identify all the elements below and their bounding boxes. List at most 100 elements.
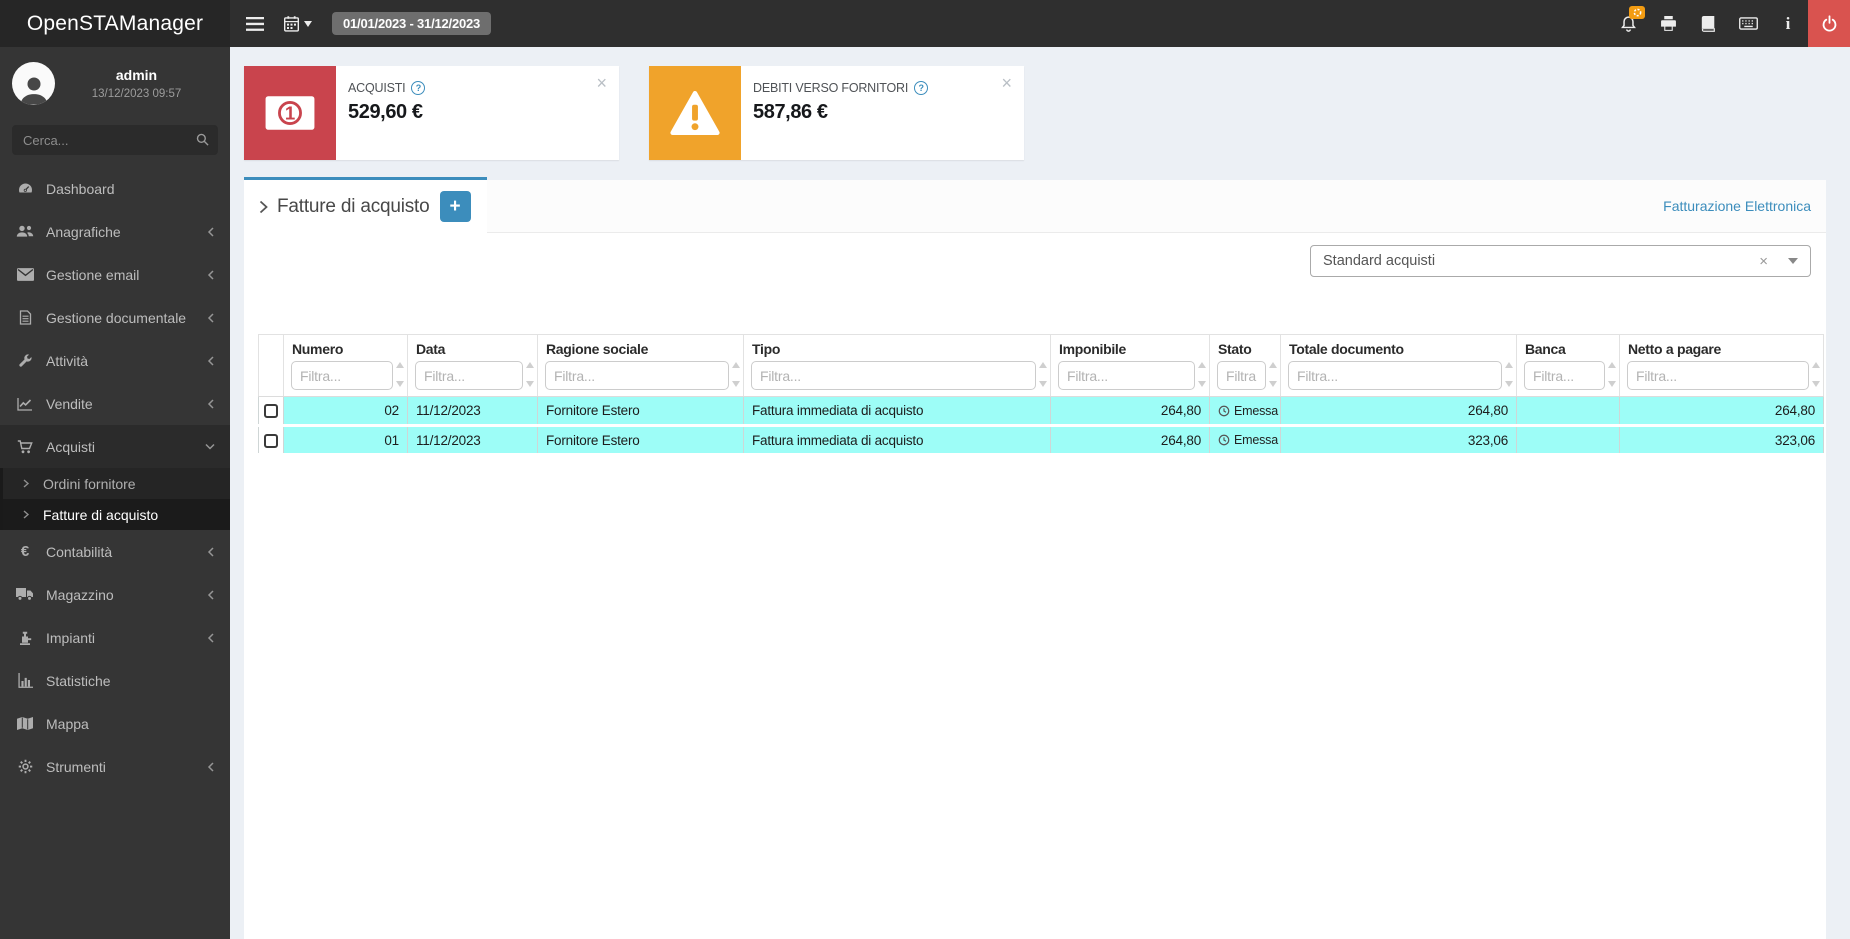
sidebar-item-vendite[interactable]: Vendite	[0, 382, 230, 425]
help-icon[interactable]: ?	[411, 81, 426, 95]
shortcuts-button[interactable]	[1728, 0, 1768, 47]
filter-input-netto-a-pagare[interactable]	[1627, 361, 1809, 390]
sidebar-item-label: Attività	[46, 352, 89, 369]
calendar-dropdown-button[interactable]	[284, 15, 312, 32]
caret-down-icon	[1788, 258, 1798, 264]
sidebar-item-anagrafiche[interactable]: Anagrafiche	[0, 210, 230, 253]
sidebar-item-label: Impianti	[46, 629, 96, 646]
column-header-banca[interactable]: Banca	[1516, 334, 1620, 397]
column-header-ragione-sociale[interactable]: Ragione sociale	[537, 334, 744, 397]
row-checkbox[interactable]	[264, 433, 278, 448]
sort-arrows-icon	[1608, 362, 1616, 387]
cell-numero: 01	[283, 425, 408, 456]
fatturazione-elettronica-link[interactable]: Fatturazione Elettronica	[1663, 198, 1811, 214]
notifications-button[interactable]	[1608, 0, 1648, 47]
filter-input-imponibile[interactable]	[1058, 361, 1195, 390]
document-icon	[15, 310, 35, 325]
sort-arrows-icon	[1198, 362, 1206, 387]
table-row[interactable]: 01 11/12/2023 Fornitore Estero Fattura i…	[258, 425, 1824, 456]
table-row[interactable]: 02 11/12/2023 Fornitore Estero Fattura i…	[258, 396, 1824, 427]
info-button[interactable]: i	[1768, 0, 1808, 47]
column-header-totale-documento[interactable]: Totale documento	[1280, 334, 1517, 397]
sidebar-item-strumenti[interactable]: Strumenti	[0, 745, 230, 788]
sidebar-item-gestione-documentale[interactable]: Gestione documentale	[0, 296, 230, 339]
sidebar-item-contabilita[interactable]: € Contabilità	[0, 530, 230, 573]
wrench-icon	[15, 353, 35, 368]
column-header-tipo[interactable]: Tipo	[743, 334, 1051, 397]
filter-input-totale-documento[interactable]	[1288, 361, 1502, 390]
column-header-data[interactable]: Data	[407, 334, 538, 397]
chevron-left-icon	[206, 632, 215, 643]
sort-arrows-icon	[1812, 362, 1820, 387]
logout-button[interactable]	[1808, 0, 1850, 47]
filter-input-stato[interactable]	[1217, 361, 1266, 390]
date-range-badge[interactable]: 01/01/2023 - 31/12/2023	[332, 12, 492, 35]
hamburger-icon	[246, 16, 264, 31]
add-invoice-button[interactable]: +	[439, 191, 471, 222]
sidebar-item-dashboard[interactable]: Dashboard	[0, 167, 230, 210]
sidebar-search-input[interactable]	[12, 125, 218, 155]
select-all-header	[258, 334, 284, 397]
filter-input-numero[interactable]	[291, 361, 393, 390]
sidebar-subitem-fatture-di-acquisto[interactable]: Fatture di acquisto	[3, 499, 230, 530]
sidebar-item-label: Acquisti	[46, 438, 96, 455]
users-icon	[15, 225, 35, 238]
sidebar-item-attivita[interactable]: Attività	[0, 339, 230, 382]
row-checkbox[interactable]	[264, 404, 278, 419]
filter-input-ragione-sociale[interactable]	[545, 361, 729, 390]
invoices-card: Standard acquisti × Numero Filtra... Dat…	[244, 233, 1826, 939]
close-icon[interactable]: ×	[1001, 74, 1012, 92]
chevron-down-icon	[205, 442, 215, 451]
power-icon	[1822, 15, 1836, 32]
chevron-left-icon	[206, 761, 215, 772]
infobox-title: ACQUISTI	[348, 81, 406, 95]
sidebar-item-statistiche[interactable]: Statistiche	[0, 659, 230, 702]
cell-data: 11/12/2023	[407, 425, 538, 456]
print-button[interactable]	[1648, 0, 1688, 47]
sidebar-item-gestione-email[interactable]: Gestione email	[0, 253, 230, 296]
cart-icon	[15, 439, 35, 454]
column-header-imponibile[interactable]: Imponibile	[1050, 334, 1210, 397]
status-badge: Emessa	[1234, 433, 1278, 447]
acquisti-submenu: Ordini fornitore Fatture di acquisto	[0, 468, 230, 530]
chevron-right-icon	[23, 510, 30, 519]
user-icon	[20, 77, 47, 105]
tab-bar: Fatture di acquisto + Fatturazione Elett…	[244, 177, 1826, 233]
book-icon	[1701, 15, 1715, 32]
notification-badge	[1629, 6, 1645, 19]
sidebar-item-label: Strumenti	[46, 758, 106, 775]
filter-input-data[interactable]	[415, 361, 523, 390]
search-icon	[196, 133, 209, 151]
chevron-left-icon	[206, 398, 215, 409]
sidebar-subitem-ordini-fornitore[interactable]: Ordini fornitore	[3, 468, 230, 499]
filter-input-tipo[interactable]	[751, 361, 1036, 390]
sidebar-item-magazzino[interactable]: Magazzino	[0, 573, 230, 616]
dashboard-icon	[15, 182, 35, 196]
infobox-value: 529,60 €	[348, 101, 423, 123]
sidebar-item-mappa[interactable]: Mappa	[0, 702, 230, 745]
user-panel: admin 13/12/2023 09:57	[0, 47, 230, 115]
sort-arrows-icon	[526, 362, 534, 387]
column-header-stato[interactable]: Stato	[1209, 334, 1281, 397]
sidebar-item-acquisti[interactable]: Acquisti	[0, 425, 230, 468]
sidebar-item-impianti[interactable]: Impianti	[0, 616, 230, 659]
cell-netto-a-pagare: 264,80	[1619, 396, 1824, 427]
tab-fatture-di-acquisto[interactable]: Fatture di acquisto +	[244, 177, 487, 233]
calendar-icon	[284, 15, 299, 32]
user-name: admin	[115, 67, 158, 83]
money-bill-icon: 1	[244, 66, 336, 160]
column-header-numero[interactable]: Numero	[283, 334, 408, 397]
sidebar-toggle-button[interactable]	[246, 16, 264, 31]
chevron-left-icon	[206, 226, 215, 237]
help-icon[interactable]: ?	[914, 81, 929, 95]
filter-input-banca[interactable]	[1524, 361, 1605, 390]
sort-arrows-icon	[732, 362, 740, 387]
column-header-netto-a-pagare[interactable]: Netto a pagare	[1619, 334, 1824, 397]
docs-button[interactable]	[1688, 0, 1728, 47]
sidebar-item-label: Vendite	[46, 395, 93, 412]
cell-ragione-sociale: Fornitore Estero	[537, 425, 744, 456]
info-icon: i	[1785, 13, 1791, 33]
plugin-select[interactable]: Standard acquisti ×	[1310, 245, 1811, 277]
clear-icon[interactable]: ×	[1759, 253, 1768, 270]
close-icon[interactable]: ×	[596, 74, 607, 92]
